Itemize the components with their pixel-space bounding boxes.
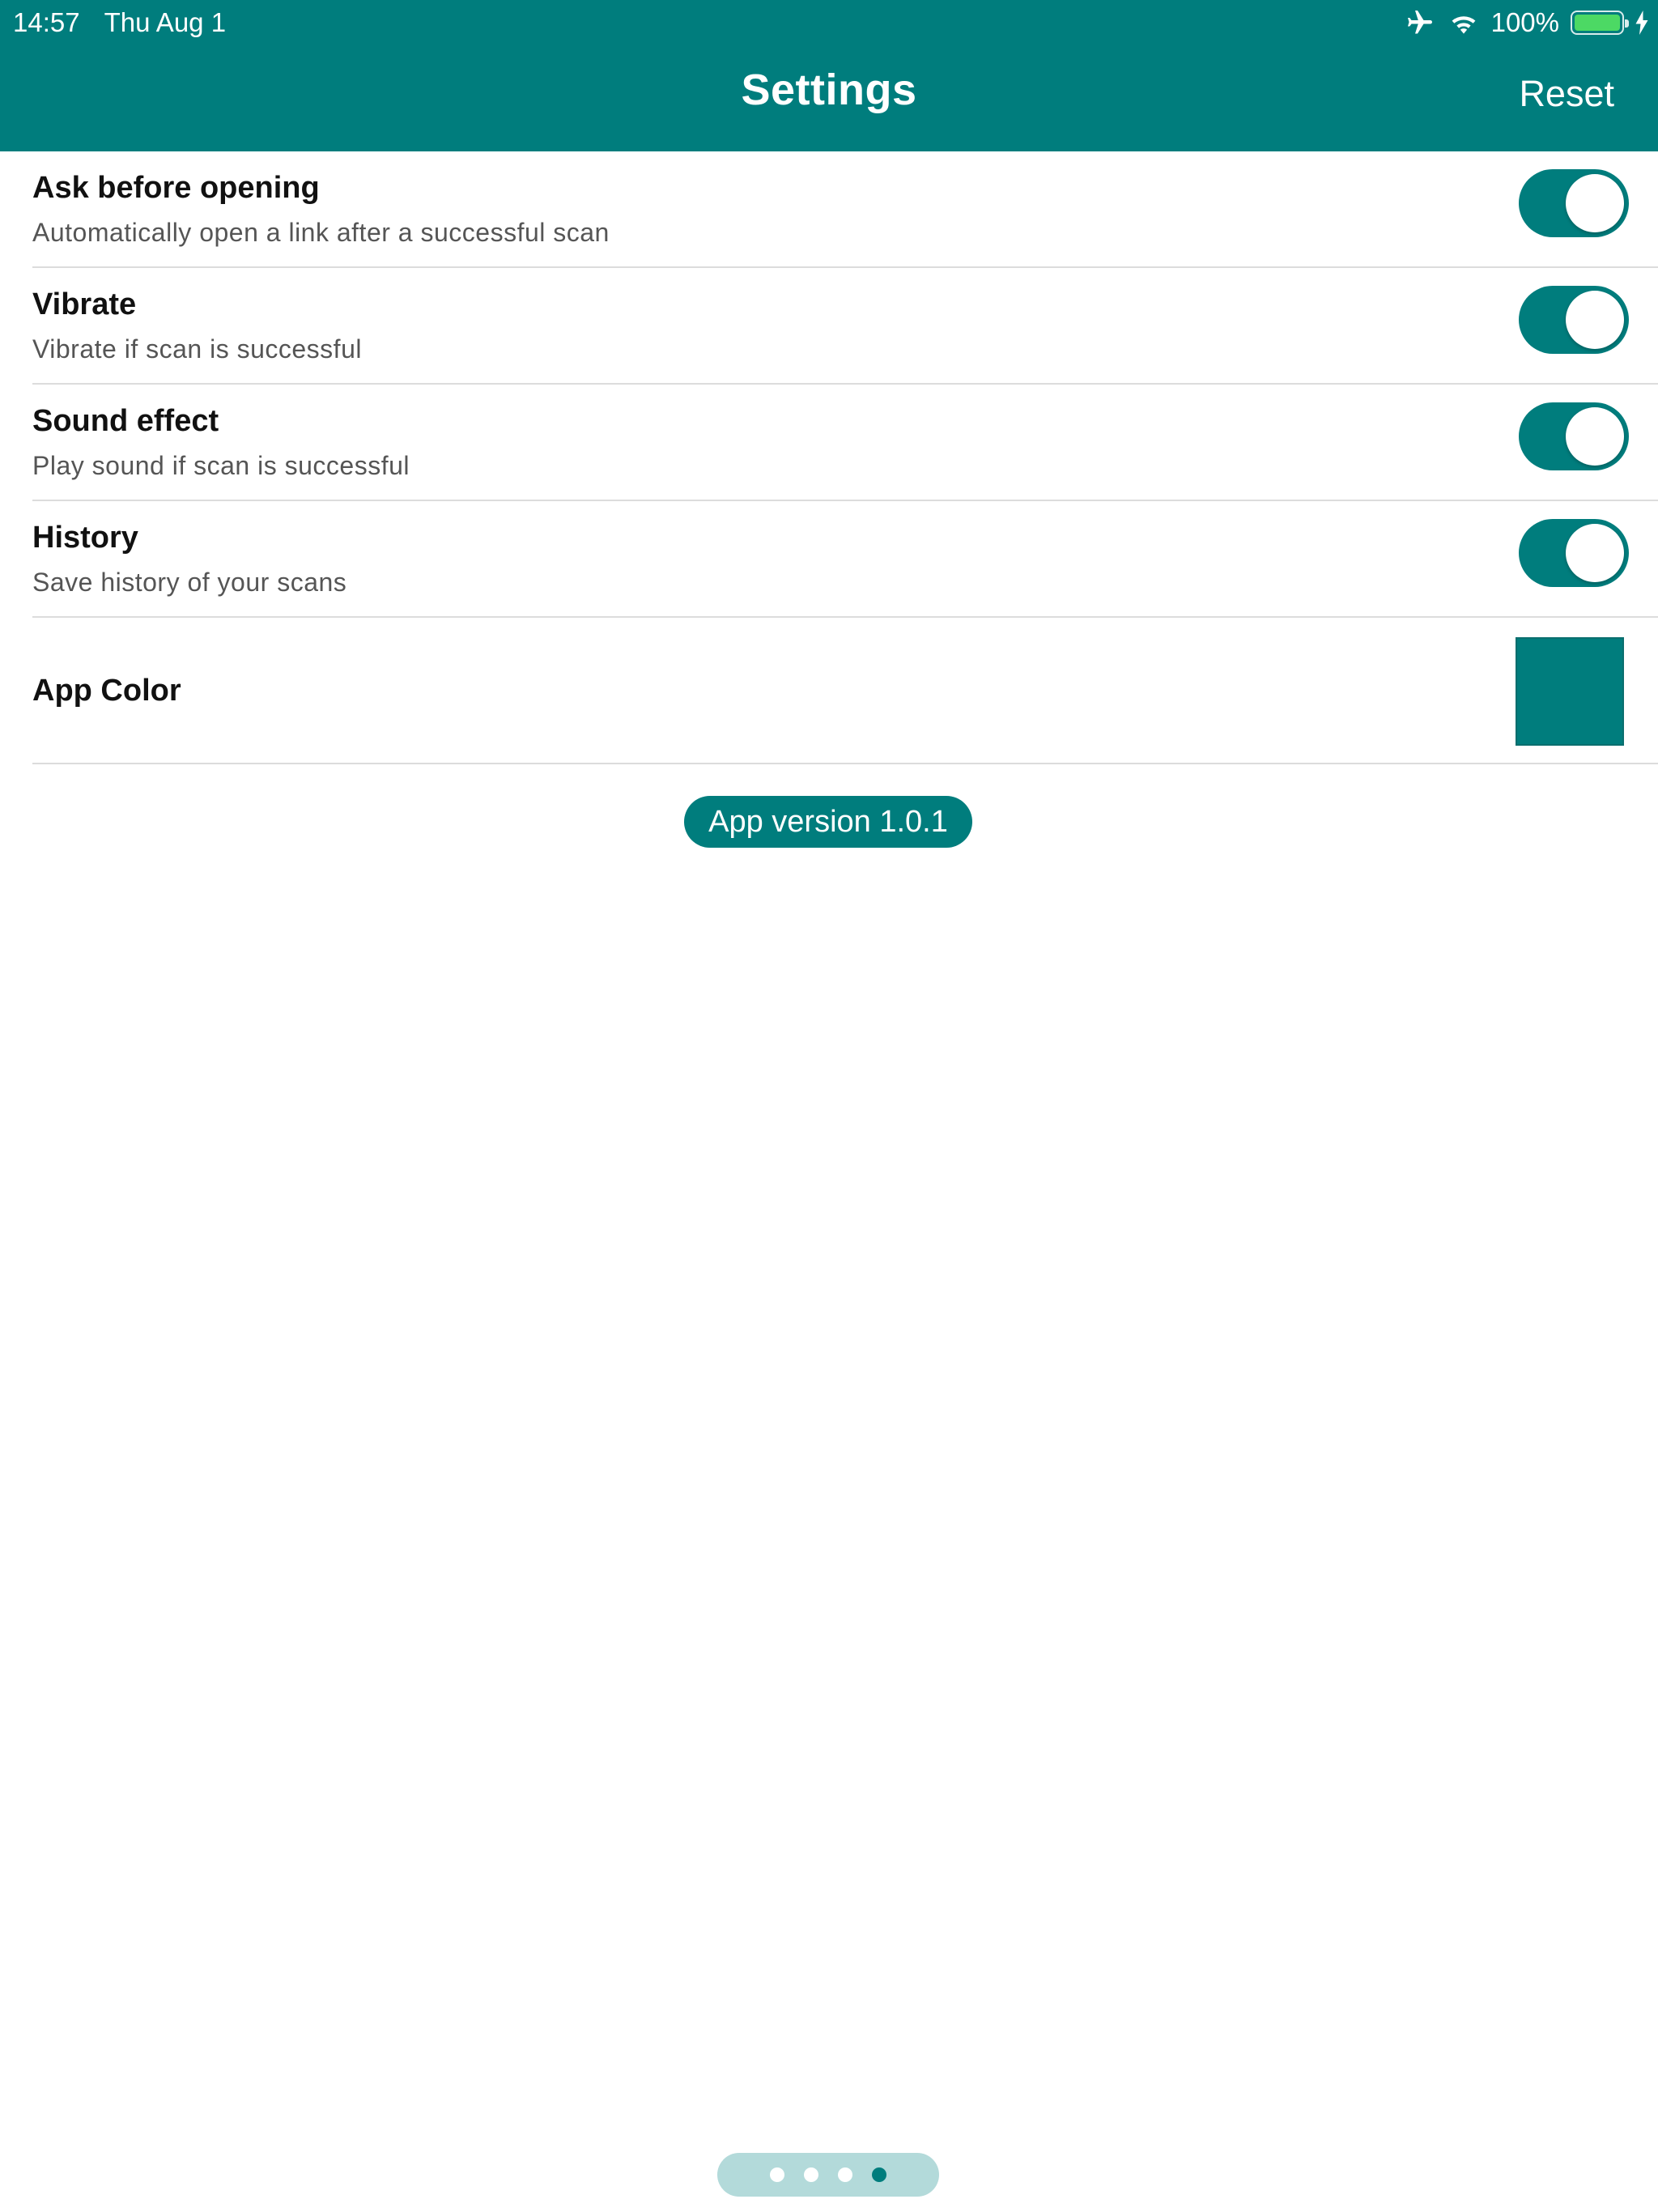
setting-title: Vibrate — [32, 287, 137, 321]
battery-percent: 100% — [1490, 7, 1559, 37]
setting-row-history: History Save history of your scans — [32, 501, 1658, 618]
toggle-knob — [1566, 174, 1624, 232]
status-time: 14:57 — [13, 7, 80, 37]
setting-description: Play sound if scan is successful — [32, 451, 410, 480]
status-bar-right: 100% — [1404, 5, 1648, 40]
app-version-badge: App version 1.0.1 — [684, 796, 972, 848]
setting-description: Save history of your scans — [32, 568, 347, 597]
page-dot-1[interactable] — [770, 2167, 784, 2182]
reset-button[interactable]: Reset — [1519, 73, 1614, 115]
setting-title: Ask before opening — [32, 171, 320, 205]
toggle-knob — [1566, 291, 1624, 349]
setting-row-vibrate: Vibrate Vibrate if scan is successful — [32, 268, 1658, 385]
toggle-knob — [1566, 407, 1624, 466]
status-date: Thu Aug 1 — [104, 7, 227, 37]
setting-title: Sound effect — [32, 404, 219, 438]
setting-row-sound-effect: Sound effect Play sound if scan is succe… — [32, 385, 1658, 501]
status-bar-left: 14:57 Thu Aug 1 — [13, 5, 226, 40]
page-title: Settings — [741, 66, 917, 114]
page-indicator — [717, 2153, 939, 2197]
app-color-swatch[interactable] — [1516, 637, 1624, 746]
battery-icon — [1571, 11, 1629, 35]
app-color-label: App Color — [32, 674, 181, 708]
settings-screen: 14:57 Thu Aug 1 100% Settings Reset Ask … — [0, 0, 1658, 2212]
wifi-icon — [1448, 10, 1480, 36]
setting-description: Vibrate if scan is successful — [32, 334, 362, 364]
setting-description: Automatically open a link after a succes… — [32, 218, 610, 247]
page-dot-2[interactable] — [804, 2167, 818, 2182]
setting-title: History — [32, 521, 138, 555]
settings-list: Ask before opening Automatically open a … — [0, 151, 1658, 764]
history-toggle[interactable] — [1519, 519, 1629, 587]
vibrate-toggle[interactable] — [1519, 286, 1629, 354]
page-dot-4-active[interactable] — [872, 2167, 886, 2182]
page-dot-3[interactable] — [838, 2167, 852, 2182]
ask-before-opening-toggle[interactable] — [1519, 169, 1629, 237]
setting-row-ask-before-opening: Ask before opening Automatically open a … — [32, 151, 1658, 268]
sound-effect-toggle[interactable] — [1519, 402, 1629, 470]
airplane-icon — [1404, 8, 1436, 37]
toggle-knob — [1566, 524, 1624, 582]
charging-bolt-icon — [1635, 11, 1648, 35]
header-bar: 14:57 Thu Aug 1 100% Settings Reset — [0, 0, 1658, 151]
setting-row-app-color: App Color — [32, 618, 1658, 764]
